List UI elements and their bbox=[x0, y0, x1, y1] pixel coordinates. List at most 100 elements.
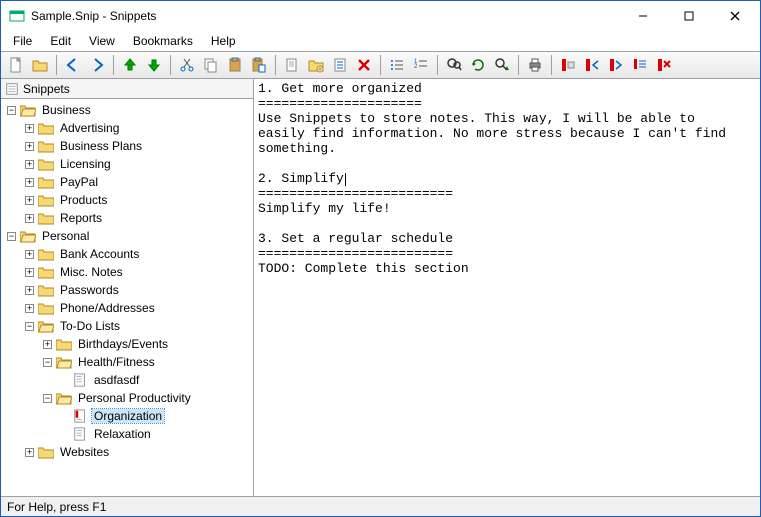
tree-item-passwords[interactable]: +Passwords bbox=[1, 281, 253, 299]
expander-icon[interactable]: + bbox=[25, 196, 34, 205]
copy-button[interactable] bbox=[200, 54, 222, 76]
status-text: For Help, press F1 bbox=[7, 500, 106, 514]
tree-label: Personal Productivity bbox=[76, 391, 193, 405]
open-button[interactable] bbox=[29, 54, 51, 76]
menu-help[interactable]: Help bbox=[203, 32, 244, 50]
tree-pane: Snippets − Business +Advertising + Busine… bbox=[1, 79, 254, 496]
find-next-button[interactable] bbox=[491, 54, 513, 76]
bookmark-next-button[interactable] bbox=[605, 54, 627, 76]
expander-icon[interactable]: + bbox=[25, 448, 34, 457]
tree-label: asdfasdf bbox=[92, 373, 141, 387]
tree-item-reports[interactable]: + Reports bbox=[1, 209, 253, 227]
expander-icon[interactable]: + bbox=[25, 250, 34, 259]
main: Snippets − Business +Advertising + Busine… bbox=[1, 79, 760, 496]
bookmark-red-button[interactable] bbox=[557, 54, 579, 76]
expander-icon[interactable]: + bbox=[25, 178, 34, 187]
numbered-list-button[interactable]: 12 bbox=[410, 54, 432, 76]
window-title: Sample.Snip - Snippets bbox=[31, 9, 620, 23]
find-button[interactable] bbox=[443, 54, 465, 76]
tree-item-personal-productivity[interactable]: − Personal Productivity bbox=[1, 389, 253, 407]
tree-item-websites[interactable]: +Websites bbox=[1, 443, 253, 461]
menu-bookmarks[interactable]: Bookmarks bbox=[125, 32, 201, 50]
editor-line: easily find information. No more stress … bbox=[258, 126, 726, 141]
folder-open-icon bbox=[38, 319, 54, 333]
tree-label: Business bbox=[40, 103, 93, 117]
tree-item-paypal[interactable]: +PayPal bbox=[1, 173, 253, 191]
cut-button[interactable] bbox=[176, 54, 198, 76]
tree-label: Reports bbox=[58, 211, 104, 225]
back-button[interactable] bbox=[62, 54, 84, 76]
tree-label: Business Plans bbox=[58, 139, 144, 153]
tree-label: Bank Accounts bbox=[58, 247, 141, 261]
paste-special-button[interactable] bbox=[248, 54, 270, 76]
expander-icon[interactable]: + bbox=[25, 160, 34, 169]
minimize-button[interactable] bbox=[620, 2, 666, 30]
new-button[interactable] bbox=[5, 54, 27, 76]
close-button[interactable] bbox=[712, 2, 758, 30]
new-folder-button[interactable] bbox=[305, 54, 327, 76]
expander-icon[interactable]: − bbox=[7, 106, 16, 115]
tree-label: Licensing bbox=[58, 157, 113, 171]
expander-icon[interactable]: + bbox=[25, 142, 34, 151]
down-button[interactable] bbox=[143, 54, 165, 76]
tree-header-label: Snippets bbox=[23, 82, 70, 96]
editor-line: Use Snippets to store notes. This way, I… bbox=[258, 111, 695, 126]
folder-icon bbox=[38, 301, 54, 315]
print-button[interactable] bbox=[524, 54, 546, 76]
expander-icon[interactable]: + bbox=[25, 286, 34, 295]
tree-item-organization[interactable]: Organization bbox=[1, 407, 253, 425]
maximize-button[interactable] bbox=[666, 2, 712, 30]
tree-item-birthdays[interactable]: +Birthdays/Events bbox=[1, 335, 253, 353]
menu-view[interactable]: View bbox=[81, 32, 123, 50]
tree-item-licensing[interactable]: + Licensing bbox=[1, 155, 253, 173]
expander-icon[interactable]: + bbox=[25, 214, 34, 223]
editor[interactable]: 1. Get more organized ==================… bbox=[254, 79, 760, 496]
tree-item-todo-lists[interactable]: −To-Do Lists bbox=[1, 317, 253, 335]
up-button[interactable] bbox=[119, 54, 141, 76]
tree-item-advertising[interactable]: +Advertising bbox=[1, 119, 253, 137]
expander-icon[interactable]: − bbox=[43, 358, 52, 367]
tree-item-misc-notes[interactable]: +Misc. Notes bbox=[1, 263, 253, 281]
page-bookmark-icon bbox=[72, 409, 88, 423]
tree-item-relaxation[interactable]: Relaxation bbox=[1, 425, 253, 443]
expander-icon[interactable]: + bbox=[25, 268, 34, 277]
folder-icon bbox=[38, 193, 54, 207]
editor-line: Simplify my life! bbox=[258, 201, 391, 216]
paste-button[interactable] bbox=[224, 54, 246, 76]
expander-icon[interactable]: − bbox=[43, 394, 52, 403]
bookmark-list-button[interactable] bbox=[629, 54, 651, 76]
tree-item-products[interactable]: +Products bbox=[1, 191, 253, 209]
expander-icon[interactable]: + bbox=[25, 304, 34, 313]
text-cursor bbox=[345, 173, 346, 186]
tree-item-business-plans[interactable]: + Business Plans bbox=[1, 137, 253, 155]
expander-icon[interactable]: − bbox=[25, 322, 34, 331]
tree-item-bank-accounts[interactable]: + Bank Accounts bbox=[1, 245, 253, 263]
snippets-icon bbox=[5, 82, 19, 96]
tree-item-phone-addresses[interactable]: + Phone/Addresses bbox=[1, 299, 253, 317]
folder-open-icon bbox=[20, 229, 36, 243]
page-icon bbox=[72, 427, 88, 441]
tree-item-personal[interactable]: −Personal bbox=[1, 227, 253, 245]
tree-item-health[interactable]: −Health/Fitness bbox=[1, 353, 253, 371]
tree-item-business[interactable]: − Business bbox=[1, 101, 253, 119]
refresh-button[interactable] bbox=[467, 54, 489, 76]
expander-icon[interactable]: − bbox=[7, 232, 16, 241]
folder-icon bbox=[56, 337, 72, 351]
editor-line: 1. Get more organized bbox=[258, 81, 422, 96]
menu-file[interactable]: File bbox=[5, 32, 40, 50]
forward-button[interactable] bbox=[86, 54, 108, 76]
tree-label: Phone/Addresses bbox=[58, 301, 157, 315]
folder-icon bbox=[38, 121, 54, 135]
editor-line: something. bbox=[258, 141, 336, 156]
expander-icon[interactable]: + bbox=[43, 340, 52, 349]
new-page-button[interactable] bbox=[281, 54, 303, 76]
tree-body[interactable]: − Business +Advertising +Business Plans … bbox=[1, 99, 253, 496]
bookmark-prev-button[interactable] bbox=[581, 54, 603, 76]
tree-item-asdfasdf[interactable]: asdfasdf bbox=[1, 371, 253, 389]
properties-button[interactable] bbox=[329, 54, 351, 76]
bookmark-delete-button[interactable] bbox=[653, 54, 675, 76]
menu-edit[interactable]: Edit bbox=[42, 32, 79, 50]
list-button[interactable] bbox=[386, 54, 408, 76]
expander-icon[interactable]: + bbox=[25, 124, 34, 133]
delete-button[interactable] bbox=[353, 54, 375, 76]
